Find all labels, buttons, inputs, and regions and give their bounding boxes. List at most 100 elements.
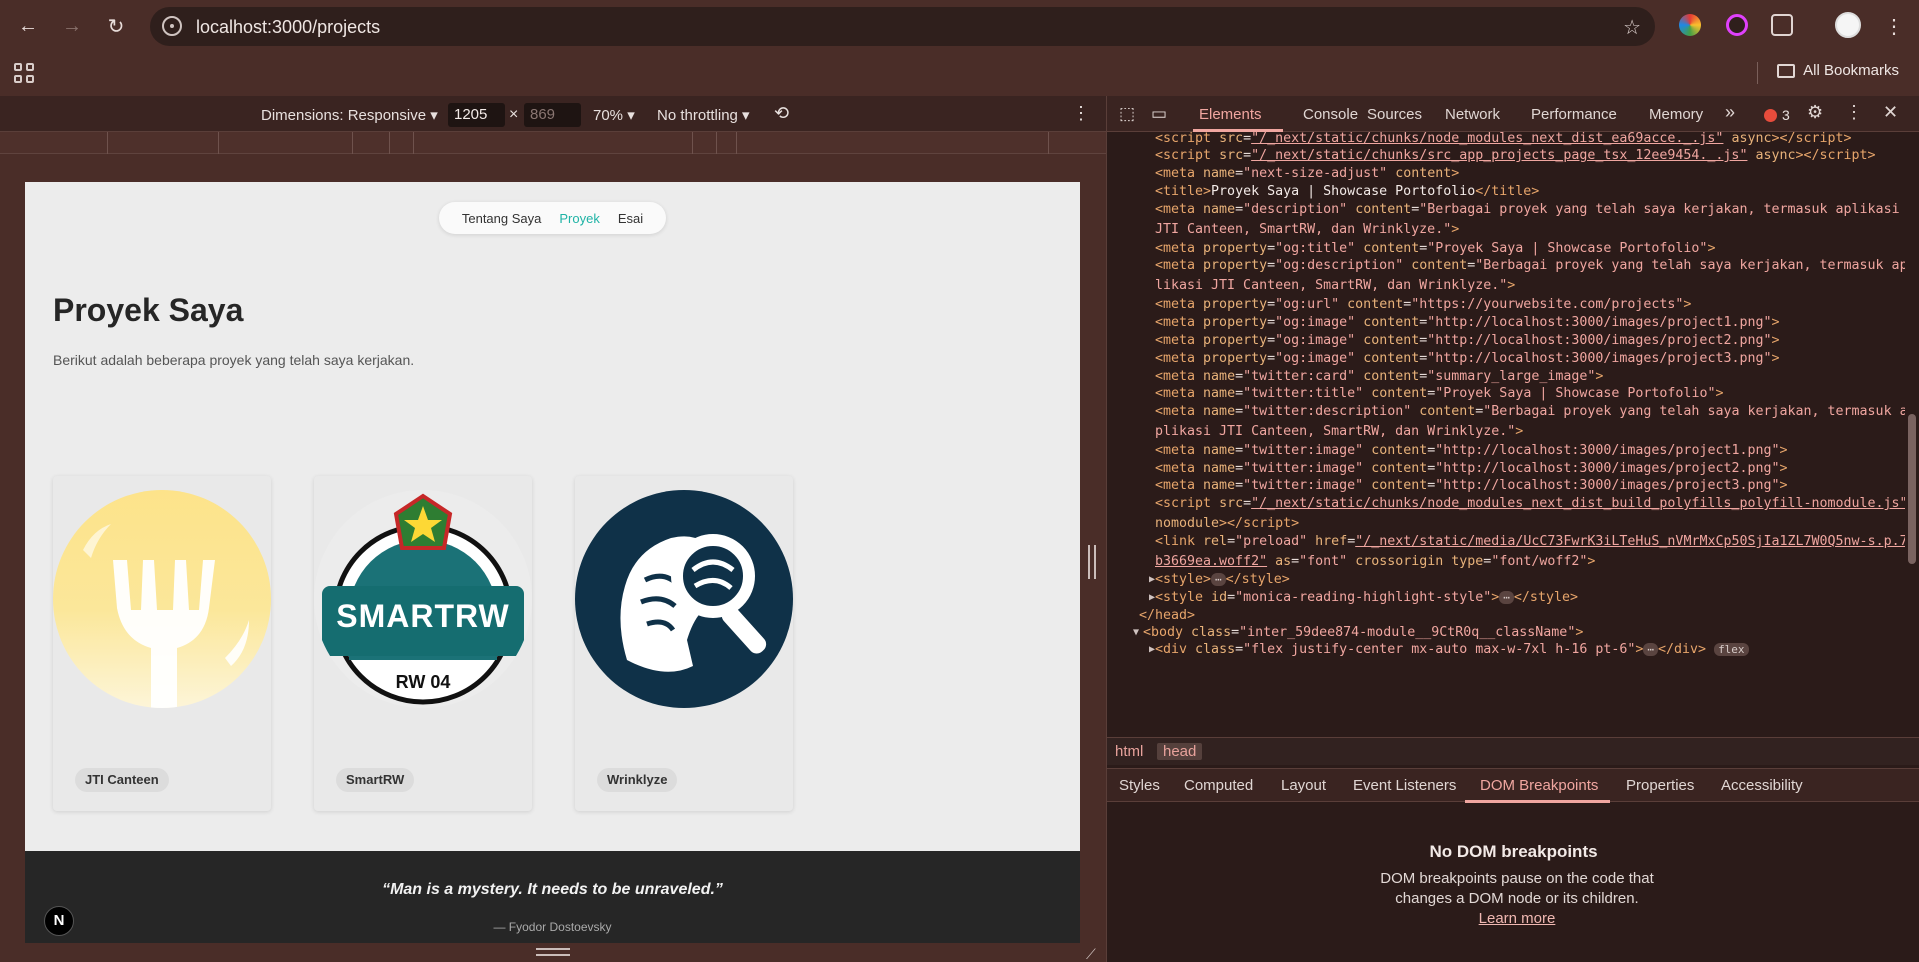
footer-author: — Fyodor Dostoevsky	[493, 920, 612, 934]
dom-line[interactable]: <meta property="og:image" content="http:…	[1155, 313, 1910, 333]
collapse-triangle-icon[interactable]: ▼	[1133, 627, 1139, 638]
close-devtools-icon[interactable]: ✕	[1883, 102, 1898, 123]
empty-state-text: DOM breakpoints pause on the code that c…	[1380, 870, 1654, 907]
nav-essays-link[interactable]: Esai	[618, 211, 643, 226]
bookmark-star-icon[interactable]: ☆	[1623, 15, 1641, 40]
dimensions-dropdown[interactable]: Dimensions: Responsive ▾	[261, 106, 438, 124]
dom-line[interactable]: <meta name="twitter:title" content="Proy…	[1155, 384, 1910, 404]
inspect-element-icon[interactable]: ⬚	[1119, 104, 1135, 124]
tab-sources[interactable]: Sources	[1367, 106, 1422, 123]
dom-line[interactable]: <meta property="og:url" content="https:/…	[1155, 295, 1910, 315]
empty-state-description: DOM breakpoints pause on the code that c…	[1377, 869, 1657, 929]
device-menu-icon[interactable]: ⋮	[1072, 103, 1090, 124]
folder-icon	[1777, 63, 1796, 78]
zoom-dropdown[interactable]: 70% ▾	[593, 106, 635, 124]
project-card[interactable]: SMARTRW RW 04 SmartRW	[314, 476, 532, 811]
error-icon	[1764, 108, 1777, 122]
learn-more-link[interactable]: Learn more	[1479, 910, 1556, 927]
dom-line[interactable]: <link rel="preload" href="/_next/static/…	[1155, 532, 1910, 572]
tab-elements[interactable]: Elements	[1199, 106, 1262, 123]
project-card[interactable]: JTI Canteen	[53, 476, 271, 811]
tab-event-listeners[interactable]: Event Listeners	[1353, 777, 1456, 794]
browser-toolbar: ← → ↻ localhost:3000/projects ☆ ⋮	[0, 0, 1919, 52]
settings-gear-icon[interactable]: ⚙	[1807, 102, 1823, 123]
dom-line[interactable]: <script src="/_next/static/chunks/src_ap…	[1155, 146, 1910, 166]
tab-styles[interactable]: Styles	[1119, 777, 1160, 794]
dimension-times: ×	[509, 106, 519, 123]
project-tag: SmartRW	[336, 768, 415, 792]
tab-accessibility[interactable]: Accessibility	[1721, 777, 1803, 794]
wrinklyze-logo	[575, 490, 793, 708]
tab-memory[interactable]: Memory	[1649, 106, 1703, 123]
dom-line[interactable]: <style> ⋯ </style>	[1155, 570, 1910, 590]
bookmarks-bar	[0, 52, 1919, 94]
viewport-height-resizer[interactable]	[536, 948, 570, 958]
empty-state-title: No DOM breakpoints	[1429, 842, 1598, 861]
jti-canteen-logo	[53, 490, 271, 708]
breadcrumb: html head	[1107, 737, 1919, 765]
project-card[interactable]: Wrinklyze	[575, 476, 793, 811]
profile-avatar[interactable]	[1835, 12, 1861, 38]
url-text[interactable]: localhost:3000/projects	[196, 17, 380, 38]
page-viewport: Tentang Saya Proyek Esai Proyek Saya Ber…	[25, 182, 1080, 851]
dom-line[interactable]: <script src="/_next/static/chunks/node_m…	[1155, 494, 1910, 534]
dom-line[interactable]: <meta name="twitter:image" content="http…	[1155, 476, 1910, 496]
error-count: 3	[1782, 107, 1790, 123]
throttling-dropdown[interactable]: No throttling ▾	[657, 106, 750, 124]
tab-dom-breakpoints[interactable]: DOM Breakpoints	[1480, 777, 1598, 794]
device-toggle-icon[interactable]: ▭	[1151, 104, 1167, 124]
dom-line[interactable]: <meta name="description" content="Berbag…	[1155, 200, 1910, 240]
tab-performance[interactable]: Performance	[1531, 106, 1617, 123]
all-bookmarks-label: All Bookmarks	[1803, 62, 1899, 79]
dom-line[interactable]: <meta property="og:description" content=…	[1155, 256, 1910, 296]
tab-computed[interactable]: Computed	[1184, 777, 1253, 794]
dom-tree-scrollbar[interactable]	[1905, 132, 1919, 734]
apps-grid-icon[interactable]	[14, 63, 34, 83]
nextjs-dev-badge[interactable]: N	[44, 906, 74, 936]
dom-line[interactable]: <title>Proyek Saya | Showcase Portofolio…	[1155, 182, 1910, 202]
tab-console[interactable]: Console	[1303, 106, 1358, 123]
footer-quote: “Man is a mystery. It needs to be unrave…	[382, 881, 723, 898]
site-info-icon[interactable]	[162, 16, 182, 36]
devtools-tabbar: ⬚ ▭ Elements Console Sources Network Per…	[1107, 96, 1919, 132]
dom-line[interactable]: <meta name="twitter:description" content…	[1155, 402, 1910, 442]
extension-icon[interactable]	[1726, 14, 1748, 36]
address-bar[interactable]: localhost:3000/projects ☆	[150, 7, 1655, 46]
extensions-puzzle-icon[interactable]	[1771, 14, 1793, 36]
project-tag: JTI Canteen	[75, 768, 169, 792]
error-count-badge[interactable]: 3	[1764, 107, 1790, 123]
nav-projects-link[interactable]: Proyek	[559, 211, 599, 226]
smartrw-logo-text: SMARTRW	[336, 598, 510, 634]
device-toolbar: Dimensions: Responsive ▾ 1205 × 869 70% …	[0, 96, 1106, 132]
browser-menu-icon[interactable]: ⋮	[1880, 12, 1908, 40]
corner-resize-icon[interactable]: ⟋	[1086, 946, 1096, 962]
tab-network[interactable]: Network	[1445, 106, 1500, 123]
nav-about-link[interactable]: Tentang Saya	[462, 211, 542, 226]
width-input[interactable]: 1205	[448, 103, 505, 127]
sidebar-tabbar: Styles Computed Layout Event Listeners D…	[1107, 768, 1919, 803]
scrollbar-thumb[interactable]	[1908, 414, 1916, 564]
all-bookmarks-button[interactable]: All Bookmarks	[1777, 62, 1899, 79]
devtools-menu-icon[interactable]: ⋮	[1845, 102, 1863, 123]
breadcrumb-head[interactable]: head	[1157, 743, 1203, 760]
dom-line[interactable]: <meta property="og:image" content="http:…	[1155, 331, 1910, 351]
tab-properties[interactable]: Properties	[1626, 777, 1694, 794]
dom-line[interactable]: <meta name="twitter:image" content="http…	[1155, 441, 1910, 461]
active-subtab-indicator	[1465, 800, 1610, 803]
dom-tree[interactable]: <script src="/_next/static/chunks/node_m…	[1107, 132, 1919, 734]
more-tabs-icon[interactable]: »	[1725, 102, 1735, 123]
dom-line[interactable]: <div class="flex justify-center mx-auto …	[1155, 640, 1910, 660]
forward-icon[interactable]: →	[58, 12, 86, 40]
dom-line[interactable]: <meta name="next-size-adjust" content>	[1155, 164, 1910, 184]
rotate-icon[interactable]: ⟲	[774, 103, 789, 124]
breadcrumb-html[interactable]: html	[1115, 743, 1143, 760]
reload-icon[interactable]: ↻	[102, 12, 130, 40]
back-icon[interactable]: ←	[14, 12, 42, 40]
dom-line[interactable]: <meta property="og:image" content="http:…	[1155, 349, 1910, 369]
dom-line[interactable]: <style id="monica-reading-highlight-styl…	[1155, 588, 1910, 608]
height-input[interactable]: 869	[524, 103, 581, 127]
extension-icon[interactable]	[1679, 14, 1701, 36]
viewport-width-resizer[interactable]	[1088, 545, 1098, 579]
tab-layout[interactable]: Layout	[1281, 777, 1326, 794]
media-query-ruler[interactable]	[0, 132, 1106, 154]
